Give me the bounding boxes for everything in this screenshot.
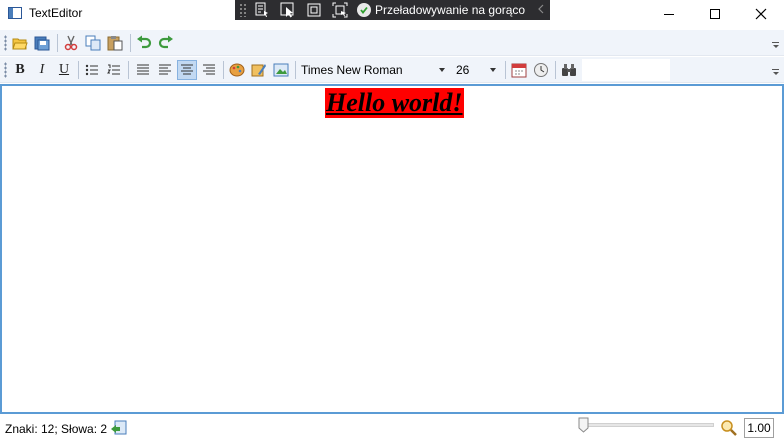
align-justify-button[interactable] xyxy=(133,60,153,80)
status-bar: Znaki: 12; Słowa: 2 1.00 xyxy=(0,415,784,440)
binoculars-icon xyxy=(562,64,576,76)
copy-button[interactable] xyxy=(83,33,103,53)
align-center-icon xyxy=(181,64,193,75)
minimize-icon xyxy=(664,13,674,15)
separator xyxy=(78,61,79,79)
bold-button[interactable]: B xyxy=(10,60,30,80)
chevron-down-icon xyxy=(490,68,496,72)
paste-icon xyxy=(107,36,123,51)
hot-reload-label[interactable]: Przeładowywanie na gorąco xyxy=(375,3,525,17)
track-focused-element-icon xyxy=(332,2,348,18)
align-right-button[interactable] xyxy=(199,60,219,80)
font-size-select[interactable]: 26 xyxy=(453,60,501,80)
open-button[interactable] xyxy=(10,33,30,53)
highlight-color-button[interactable] xyxy=(249,60,269,80)
font-family-value: Times New Roman xyxy=(301,63,403,77)
redo-icon xyxy=(158,35,173,49)
toolbar-overflow-icon[interactable] xyxy=(772,69,780,77)
window-title: TextEditor xyxy=(29,6,83,20)
separator xyxy=(57,34,58,52)
select-element-icon xyxy=(280,2,294,18)
align-left-button[interactable] xyxy=(155,60,175,80)
find-button[interactable] xyxy=(559,60,579,80)
underline-button[interactable]: U xyxy=(54,60,74,80)
close-button[interactable] xyxy=(738,0,784,28)
display-layout-adorners-button[interactable] xyxy=(303,1,325,19)
collapse-icon[interactable] xyxy=(538,3,544,17)
zoom-slider-track[interactable] xyxy=(580,423,714,427)
close-icon xyxy=(755,8,767,20)
insert-image-button[interactable] xyxy=(271,60,291,80)
numbered-list-button[interactable] xyxy=(104,60,124,80)
save-button[interactable] xyxy=(32,33,52,53)
file-toolbar xyxy=(0,30,784,56)
bullet-list-button[interactable] xyxy=(82,60,102,80)
chevron-down-icon xyxy=(439,68,445,72)
character-word-count: Znaki: 12; Słowa: 2 xyxy=(5,422,108,436)
separator xyxy=(223,61,224,79)
track-focused-element-button[interactable] xyxy=(329,1,351,19)
toolbar-overflow-icon[interactable] xyxy=(772,42,780,50)
toolbar-grip-icon[interactable] xyxy=(4,35,7,51)
minimize-button[interactable] xyxy=(646,0,692,28)
font-size-value: 26 xyxy=(456,63,470,77)
calendar-icon xyxy=(511,63,527,78)
maximize-button[interactable] xyxy=(692,0,738,28)
align-left-icon xyxy=(159,64,171,75)
copy-icon xyxy=(85,35,101,51)
cut-icon xyxy=(64,35,78,51)
image-icon xyxy=(273,63,289,77)
bullet-list-icon xyxy=(85,64,98,76)
document-text[interactable]: Hello world! xyxy=(325,88,464,118)
undo-button[interactable] xyxy=(134,33,154,53)
paste-button[interactable] xyxy=(105,33,125,53)
insert-time-button[interactable] xyxy=(531,60,551,80)
magnifier-icon xyxy=(721,420,737,436)
highlight-icon xyxy=(251,64,266,77)
align-right-icon xyxy=(203,64,215,75)
debug-toolbar: Przeładowywanie na gorąco xyxy=(235,0,550,20)
text-editor-area[interactable]: Hello world! xyxy=(0,84,784,414)
separator xyxy=(555,61,556,79)
live-visual-tree-button[interactable] xyxy=(251,1,273,19)
redo-button[interactable] xyxy=(156,33,176,53)
separator xyxy=(128,61,129,79)
select-element-button[interactable] xyxy=(277,1,299,19)
display-layout-adorners-icon xyxy=(307,3,321,17)
separator xyxy=(295,61,296,79)
app-icon xyxy=(8,7,22,19)
format-toolbar: B I U Times New Roman 26 xyxy=(0,57,784,83)
live-visual-tree-icon xyxy=(255,2,268,17)
toolbar-grip-icon[interactable] xyxy=(4,62,7,78)
undo-icon xyxy=(137,35,152,49)
search-input[interactable] xyxy=(582,59,670,81)
numbered-list-icon xyxy=(107,64,120,75)
text-color-button[interactable] xyxy=(227,60,247,80)
insert-date-button[interactable] xyxy=(509,60,529,80)
zoom-level-input[interactable]: 1.00 xyxy=(744,418,774,438)
drag-grip-icon[interactable] xyxy=(239,3,247,17)
zoom-slider-thumb[interactable] xyxy=(578,417,589,433)
save-icon xyxy=(34,36,50,51)
align-center-button[interactable] xyxy=(177,60,197,80)
check-circle-icon xyxy=(357,3,371,17)
color-palette-icon xyxy=(229,63,245,77)
cut-button[interactable] xyxy=(61,33,81,53)
align-justify-icon xyxy=(137,64,149,75)
clock-icon xyxy=(534,63,548,77)
document-sync-icon xyxy=(111,420,127,435)
separator xyxy=(130,34,131,52)
open-icon xyxy=(12,38,28,50)
maximize-icon xyxy=(710,9,720,19)
separator xyxy=(505,61,506,79)
italic-button[interactable]: I xyxy=(32,60,52,80)
font-family-select[interactable]: Times New Roman xyxy=(298,60,450,80)
